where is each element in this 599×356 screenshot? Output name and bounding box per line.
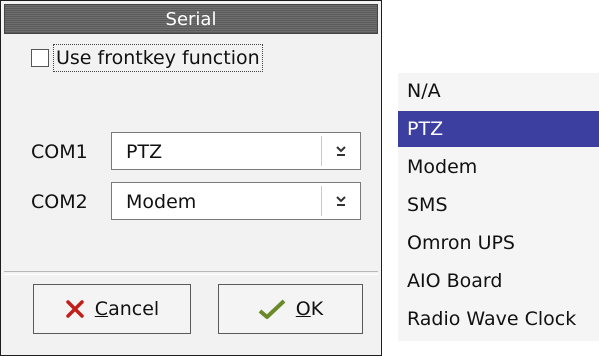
button-separator [4,271,378,275]
ok-button-label: OK [295,298,324,320]
dropdown-item-aio-board[interactable]: AIO Board [398,263,599,299]
dropdown-item-radio-wave-clock[interactable]: Radio Wave Clock [398,301,599,337]
frontkey-checkbox[interactable] [31,49,49,67]
frontkey-checkbox-label[interactable]: Use frontkey function [53,44,263,72]
ok-button[interactable]: OK [218,284,363,334]
com1-label: COM1 [31,141,88,163]
dropdown-item-modem[interactable]: Modem [398,149,599,185]
check-icon [258,299,286,319]
cancel-button[interactable]: Cancel [33,284,191,334]
com2-value: Modem [126,191,197,213]
cancel-button-label: Cancel [94,298,160,320]
com-dropdown-list[interactable]: N/A PTZ Modem SMS Omron UPS AIO Board Ra… [398,73,599,341]
com1-value: PTZ [126,141,163,163]
window-title: Serial [165,9,217,30]
com2-label: COM2 [31,191,88,213]
x-icon [66,300,84,318]
com2-dropdown-button[interactable] [322,183,360,219]
frontkey-checkbox-row[interactable]: Use frontkey function [31,43,263,73]
chevron-down-icon [336,146,346,156]
title-bar[interactable]: Serial [4,4,378,34]
com1-dropdown-button[interactable] [322,133,360,169]
com2-combobox[interactable]: Modem [111,182,361,220]
chevron-down-icon [336,196,346,206]
dropdown-item-ptz[interactable]: PTZ [398,111,599,147]
com1-combobox[interactable]: PTZ [111,132,361,170]
dropdown-item-na[interactable]: N/A [398,73,599,109]
dropdown-item-sms[interactable]: SMS [398,187,599,223]
serial-dialog: Serial Use frontkey function COM1 PTZ CO… [0,0,382,356]
dropdown-item-omron-ups[interactable]: Omron UPS [398,225,599,261]
